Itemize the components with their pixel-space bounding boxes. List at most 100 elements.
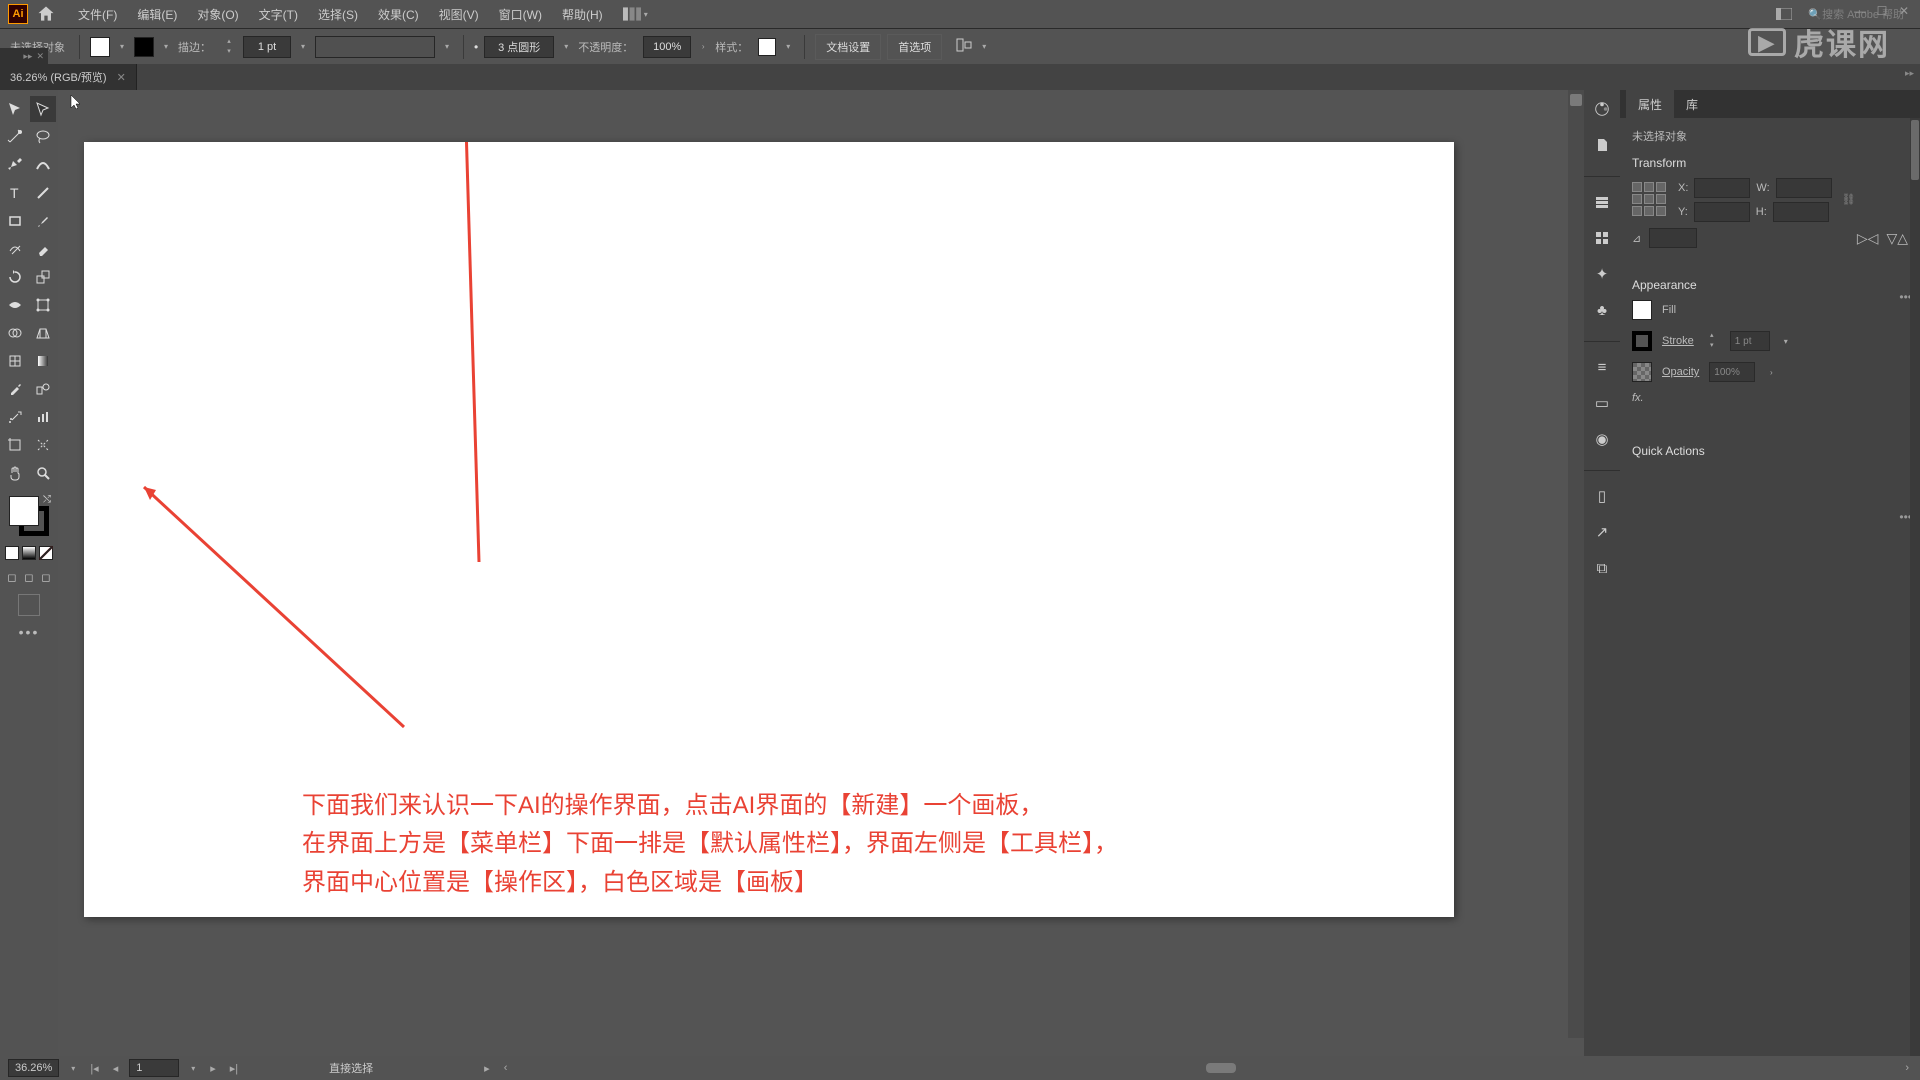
color-mode-gradient[interactable] — [22, 546, 36, 560]
status-right-icon[interactable]: › — [1902, 1062, 1912, 1074]
tab-mini-close[interactable]: ✕ — [36, 51, 44, 62]
paintbrush-tool[interactable] — [30, 208, 56, 234]
link-wh-icon[interactable]: ⛓ — [1842, 193, 1856, 207]
prev-artboard-icon[interactable]: ◂ — [110, 1062, 122, 1075]
shaper-tool[interactable] — [2, 236, 28, 262]
edit-toolbar-icon[interactable]: ••• — [19, 624, 40, 640]
menu-select[interactable]: 选择(S) — [308, 2, 368, 27]
direct-selection-tool[interactable] — [30, 96, 56, 122]
perspective-tool[interactable] — [30, 320, 56, 346]
share-panel-icon[interactable]: ↗ — [1591, 521, 1613, 543]
appear-opacity-label[interactable]: Opacity — [1662, 366, 1699, 378]
appear-stroke-dd[interactable]: ▾ — [1780, 331, 1792, 351]
page-panel-icon[interactable] — [1591, 134, 1613, 156]
panel-scrollbar[interactable] — [1910, 118, 1920, 1056]
free-transform-tool[interactable] — [30, 292, 56, 318]
appear-stroke-spinner[interactable]: ▴▾ — [1704, 330, 1720, 352]
h-input[interactable] — [1773, 202, 1829, 222]
screen-mode-button[interactable] — [18, 594, 40, 616]
doc-setup-button[interactable]: 文档设置 — [815, 34, 881, 60]
canvas-area[interactable]: 下面我们来认识一下AI的操作界面，点击AI界面的【新建】一个画板， 在界面上方是… — [58, 90, 1584, 1056]
align-dd[interactable]: ▾ — [978, 37, 990, 57]
gradient-tool[interactable] — [30, 348, 56, 374]
x-input[interactable] — [1694, 178, 1750, 198]
window-panel-icon[interactable]: ▭ — [1591, 392, 1613, 414]
tab-mini-caret[interactable]: ▸▸ — [23, 51, 32, 62]
prefs-button[interactable]: 首选项 — [887, 34, 942, 60]
y-input[interactable] — [1694, 202, 1750, 222]
document-tab[interactable]: 36.26% (RGB/预览) ✕ — [0, 64, 137, 90]
artboard-number[interactable]: 1 — [129, 1059, 179, 1077]
draw-inside-icon[interactable]: ◻ — [39, 570, 53, 584]
rotate-tool[interactable] — [2, 264, 28, 290]
symbol-sprayer-tool[interactable] — [2, 404, 28, 430]
vertical-scrollbar[interactable] — [1568, 90, 1584, 1038]
minimize-icon[interactable]: — — [1850, 3, 1870, 19]
menu-type[interactable]: 文字(T) — [249, 2, 308, 27]
zoom-dd[interactable]: ▾ — [67, 1058, 79, 1078]
flip-h-icon[interactable]: ▷◁ — [1857, 230, 1879, 247]
fill-swatch[interactable] — [90, 37, 110, 57]
eraser-tool[interactable] — [30, 236, 56, 262]
next-artboard-icon[interactable]: ▸ — [207, 1062, 219, 1075]
hand-tool[interactable] — [2, 460, 28, 486]
reference-point[interactable] — [1632, 182, 1668, 218]
rotate-input[interactable] — [1649, 228, 1697, 248]
type-tool[interactable]: T — [2, 180, 28, 206]
tab-close-icon[interactable]: ✕ — [117, 71, 126, 84]
panel2-icon[interactable]: ▯ — [1591, 485, 1613, 507]
stroke-dd2[interactable]: ▾ — [297, 37, 309, 57]
appear-opacity-swatch[interactable] — [1632, 362, 1652, 382]
artboard-tool[interactable] — [2, 432, 28, 458]
appear-opacity-dd[interactable]: › — [1765, 362, 1777, 382]
appear-stroke-label[interactable]: Stroke — [1662, 335, 1694, 347]
status-left-icon[interactable]: ‹ — [501, 1062, 511, 1074]
menu-object[interactable]: 对象(O) — [187, 2, 248, 27]
pen-tool[interactable] — [2, 152, 28, 178]
lasso-tool[interactable] — [30, 124, 56, 150]
fill-dd[interactable]: ▾ — [116, 37, 128, 57]
eyedropper-tool[interactable] — [2, 376, 28, 402]
swap-fill-stroke-icon[interactable]: ⤭ — [43, 494, 51, 505]
workspace-icon[interactable] — [1770, 5, 1798, 23]
brush-dd[interactable]: ▾ — [560, 37, 572, 57]
blend-tool[interactable] — [30, 376, 56, 402]
zoom-tool[interactable] — [30, 460, 56, 486]
flip-v-icon[interactable]: ▽△ — [1886, 230, 1908, 247]
var-width-input[interactable] — [315, 36, 435, 58]
fill-stroke-control[interactable]: ⤭ — [7, 494, 51, 538]
magic-wand-tool[interactable] — [2, 124, 28, 150]
color-mode-none[interactable] — [39, 546, 53, 560]
menu-edit[interactable]: 编辑(E) — [127, 2, 187, 27]
w-input[interactable] — [1776, 178, 1832, 198]
menu-help[interactable]: 帮助(H) — [552, 2, 613, 27]
appear-fill-swatch[interactable] — [1632, 300, 1652, 320]
width-tool[interactable] — [2, 292, 28, 318]
arrange-docs-icon[interactable]: ▾ — [623, 4, 651, 24]
artboard-dd[interactable]: ▾ — [187, 1058, 199, 1078]
tab-libraries[interactable]: 库 — [1674, 90, 1710, 119]
row-panel-icon[interactable] — [1591, 191, 1613, 213]
zoom-level[interactable]: 36.26% — [8, 1059, 59, 1077]
copy-panel-icon[interactable]: ⧉ — [1591, 557, 1613, 579]
draw-normal-icon[interactable]: ◻ — [5, 570, 19, 584]
appear-stroke-swatch[interactable] — [1632, 331, 1652, 351]
line-tool[interactable] — [30, 180, 56, 206]
fx-label[interactable]: fx. — [1632, 392, 1908, 404]
appear-opacity-input[interactable] — [1709, 362, 1755, 382]
color-mode-solid[interactable] — [5, 546, 19, 560]
maximize-icon[interactable]: ☐ — [1872, 3, 1892, 19]
status-play-icon[interactable]: ▸ — [481, 1062, 493, 1075]
curvature-tool[interactable] — [30, 152, 56, 178]
column-graph-tool[interactable] — [30, 404, 56, 430]
menu-effect[interactable]: 效果(C) — [368, 2, 429, 27]
brush-input[interactable] — [484, 36, 554, 58]
menu-window[interactable]: 窗口(W) — [489, 2, 552, 27]
last-artboard-icon[interactable]: ▸| — [227, 1062, 241, 1075]
varwidth-dd[interactable]: ▾ — [441, 37, 453, 57]
stroke-weight-input[interactable] — [243, 36, 291, 58]
tab-properties[interactable]: 属性 — [1626, 90, 1674, 119]
appear-stroke-input[interactable] — [1730, 331, 1770, 351]
appear-panel-icon[interactable]: ◉ — [1591, 428, 1613, 450]
home-icon[interactable] — [36, 4, 56, 24]
